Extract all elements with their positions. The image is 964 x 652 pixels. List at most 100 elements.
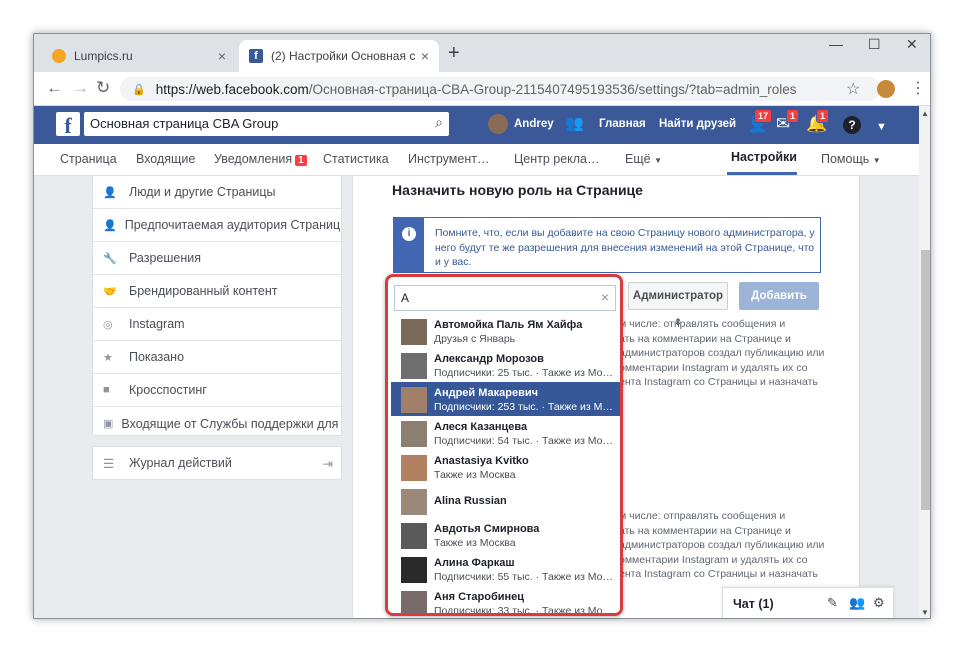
scroll-down-arrow-icon[interactable]: ▼: [921, 608, 929, 617]
search-result-item[interactable]: Алина Фаркаш Подписчики: 55 тыс. · Также …: [391, 552, 620, 586]
tab-more[interactable]: Ещё ▼: [625, 152, 662, 166]
vertical-scrollbar[interactable]: ▲ ▼: [919, 106, 930, 618]
back-arrow-icon[interactable]: ←: [46, 78, 63, 98]
sidebar-item-label: Предпочитаемая аудитория Страницы: [124, 218, 341, 232]
result-subtitle: Подписчики: 25 тыс. · Также из Мо…: [434, 367, 614, 379]
sidebar-item-instagram[interactable]: ◎ Instagram: [93, 308, 341, 341]
sidebar-item-permissions[interactable]: 🔧 Разрешения: [93, 242, 341, 275]
search-result-item[interactable]: Аня Старобинец Подписчики: 33 тыс. · Такж…: [391, 586, 620, 613]
group-icon[interactable]: 👥: [849, 595, 865, 611]
tab-lumpics[interactable]: Lumpics.ru ×: [42, 40, 236, 72]
tab-tools[interactable]: Инструмент…: [408, 152, 489, 166]
minimize-button[interactable]: —: [829, 36, 843, 52]
help-icon[interactable]: ?: [843, 116, 861, 134]
result-subtitle: Подписчики: 54 тыс. · Также из Мо…: [434, 435, 614, 447]
user-name-link[interactable]: Andrey: [514, 118, 554, 130]
role-desc-line: м числе: отправлять сообщения и: [619, 510, 786, 522]
search-result-item[interactable]: Авдотья Смирнова Также из Москва: [391, 518, 620, 552]
settings-gear-icon[interactable]: ⚙: [873, 595, 885, 611]
facebook-top-bar: f Основная страница CBA Group ⌕ Andrey 👥…: [34, 106, 919, 144]
sidebar-item-label: Разрешения: [129, 251, 202, 265]
search-result-item[interactable]: Александр Морозов Подписчики: 25 тыс. · Т…: [391, 348, 620, 382]
tab-notifications[interactable]: Уведомления 1: [214, 152, 307, 166]
sidebar-item-label: Показано: [129, 350, 185, 364]
search-query-text: A: [401, 291, 410, 305]
tab-help[interactable]: Помощь ▼: [821, 152, 881, 166]
tab-facebook-settings[interactable]: f (2) Настройки Основная страни ×: [239, 40, 439, 72]
scrollbar-thumb[interactable]: [921, 250, 930, 510]
role-description-1: м числе: отправлять сообщения и ать на к…: [619, 317, 829, 390]
result-subtitle: Также из Москва: [434, 469, 516, 481]
tab-ads-center[interactable]: Центр рекла…: [514, 152, 600, 166]
sidebar-item-branded-content[interactable]: 🤝 Брендированный контент: [93, 275, 341, 308]
facebook-logo-icon[interactable]: f: [56, 112, 80, 138]
role-desc-line: омментарии Instagram и удалять их со: [619, 361, 808, 374]
new-tab-button[interactable]: +: [448, 42, 460, 65]
tab-title: Lumpics.ru: [74, 49, 133, 63]
sidebar-item-label: Брендированный контент: [129, 284, 278, 298]
sidebar-item-label: Входящие от Службы поддержки для Стр: [121, 416, 341, 431]
close-window-button[interactable]: ✕: [906, 36, 918, 53]
forward-arrow-icon[interactable]: →: [72, 78, 89, 98]
lock-icon: 🔒: [132, 83, 146, 96]
maximize-button[interactable]: ☐: [868, 36, 881, 53]
tab-settings[interactable]: Настройки: [731, 150, 797, 164]
search-result-item[interactable]: Андрей Макаревич Подписчики: 253 тыс. · Т…: [391, 382, 620, 416]
search-result-item[interactable]: Алеся Казанцева Подписчики: 54 тыс. · Так…: [391, 416, 620, 450]
tab-inbox[interactable]: Входящие: [136, 152, 195, 166]
search-result-item[interactable]: Автомойка Паль Ям Хайфа Друзья с Январь: [391, 314, 620, 348]
compose-icon[interactable]: ✎: [827, 595, 838, 611]
search-result-item[interactable]: Anastasiya Kvitko Также из Москва: [391, 450, 620, 484]
people-icon[interactable]: 👥: [565, 115, 584, 133]
tab-page[interactable]: Страница: [60, 152, 117, 166]
find-friends-link[interactable]: Найти друзей: [659, 118, 736, 130]
sidebar-item-featured[interactable]: ★ Показано: [93, 341, 341, 374]
result-name: Alina Russian: [434, 495, 507, 507]
result-subtitle: Также из Москва: [434, 537, 516, 549]
sidebar-item-audience[interactable]: 👤 Предпочитаемая аудитория Страницы: [93, 209, 341, 242]
activity-log-link[interactable]: ☰ Журнал действий ⇥: [92, 446, 342, 480]
result-avatar: [401, 591, 427, 613]
role-description-2: м числе: отправлять сообщения и ать на к…: [619, 509, 829, 582]
tab-help-label: Помощь: [821, 152, 870, 166]
reload-icon[interactable]: ↻: [96, 78, 110, 98]
account-menu-caret-icon[interactable]: ▼: [876, 118, 887, 136]
section-title: Назначить новую роль на Странице: [392, 182, 643, 198]
result-subtitle: Друзья с Январь: [434, 333, 516, 345]
address-bar[interactable]: 🔒 https://web.facebook.com/Основная-стра…: [120, 77, 880, 101]
tab-close-icon[interactable]: ×: [421, 48, 429, 64]
role-desc-line: м числе: отправлять сообщения и: [619, 318, 786, 330]
bookmark-star-icon[interactable]: ☆: [846, 79, 860, 99]
lumpics-favicon-icon: [52, 49, 66, 63]
tab-close-icon[interactable]: ×: [218, 48, 226, 64]
add-button[interactable]: Добавить: [739, 282, 819, 310]
profile-avatar-icon[interactable]: [877, 80, 895, 98]
result-avatar: [401, 523, 427, 549]
person-search-input[interactable]: A ×: [394, 285, 616, 311]
search-icon[interactable]: ⌕: [435, 114, 443, 131]
role-select[interactable]: Администратор ⇕: [628, 282, 728, 327]
scroll-up-arrow-icon[interactable]: ▲: [921, 109, 929, 118]
search-result-item[interactable]: Alina Russian: [391, 484, 620, 518]
result-avatar: [401, 387, 427, 413]
person-icon: 👤: [103, 186, 117, 199]
clear-icon[interactable]: ×: [601, 289, 609, 305]
tab-stats[interactable]: Статистика: [323, 152, 389, 166]
browser-menu-icon[interactable]: ⋮: [910, 78, 926, 98]
user-avatar[interactable]: [488, 114, 508, 134]
info-text: Помните, что, если вы добавите на свою С…: [435, 227, 815, 268]
sidebar-item-crossposting[interactable]: ■ Кросспостинг: [93, 374, 341, 407]
sidebar-item-people[interactable]: 👤 Люди и другие Страницы: [93, 176, 341, 209]
chat-bar[interactable]: Чат (1) ✎ 👥 ⚙: [722, 587, 894, 618]
result-name: Аня Старобинец: [434, 591, 525, 603]
home-link[interactable]: Главная: [599, 118, 646, 130]
fb-search-input[interactable]: Основная страница CBA Group ⌕: [84, 112, 449, 136]
result-subtitle: Подписчики: 253 тыс. · Также из М…: [434, 401, 613, 413]
role-select-value: Администратор: [632, 290, 724, 302]
result-name: Александр Морозов: [434, 353, 544, 365]
sidebar-item-support-inbox[interactable]: ▣ Входящие от Службы поддержки для Стр: [93, 407, 341, 440]
info-icon: i: [402, 227, 416, 241]
search-results-list: Автомойка Паль Ям Хайфа Друзья с Январь Ал…: [391, 314, 620, 613]
open-external-icon: ⇥: [322, 456, 333, 471]
url-host: https://web.facebook.com: [155, 81, 309, 97]
